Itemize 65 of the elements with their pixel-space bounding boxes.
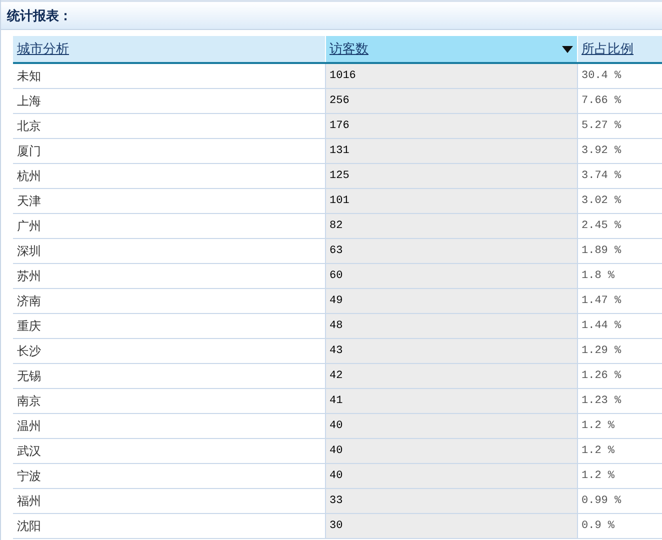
- table-cell: 福州: [13, 488, 325, 514]
- table-cell: 82: [325, 214, 577, 238]
- table-cell: 3.74 %: [577, 164, 662, 188]
- column-sort-link[interactable]: 城市分析: [17, 40, 69, 58]
- sort-descending-icon: [562, 46, 572, 52]
- table-cell: 60: [325, 264, 577, 288]
- table-cell: 未知: [13, 63, 325, 88]
- table-cell: 7.66 %: [577, 88, 662, 114]
- table-cell: 上海: [13, 88, 325, 114]
- table-cell: 1016: [325, 63, 577, 88]
- column-header[interactable]: 所占比例: [577, 36, 662, 63]
- table-cell: 48: [325, 314, 577, 338]
- table-cell: 42: [325, 364, 577, 388]
- table-cell: 长沙: [13, 338, 325, 364]
- table-cell: 1.2 %: [577, 464, 662, 488]
- table-cell: 30.4 %: [577, 63, 662, 88]
- table-cell: 天津: [13, 188, 325, 214]
- table-cell: 41: [325, 388, 577, 414]
- table-cell: 49: [325, 288, 577, 314]
- table-cell: 3.02 %: [577, 188, 662, 214]
- column-sort-link[interactable]: 访客数: [330, 40, 368, 58]
- table-cell: 30: [325, 514, 577, 538]
- table-cell: 2.45 %: [577, 214, 662, 238]
- table-cell: 125: [325, 164, 577, 188]
- table-cell: 1.2 %: [577, 414, 662, 438]
- table-cell: 1.23 %: [577, 388, 662, 414]
- table-cell: 1.29 %: [577, 338, 662, 364]
- column-header[interactable]: 访客数: [325, 36, 577, 63]
- table-cell: 176: [325, 114, 577, 138]
- table-cell: 1.89 %: [577, 238, 662, 264]
- table-cell: 1.2 %: [577, 438, 662, 464]
- table-cell: 济南: [13, 288, 325, 314]
- table-cell: 1.44 %: [577, 314, 662, 338]
- table-cell: 0.9 %: [577, 514, 662, 538]
- table-cell: 101: [325, 188, 577, 214]
- table-cell: 武汉: [13, 438, 325, 464]
- table-cell: 重庆: [13, 314, 325, 338]
- table-cell: 1.8 %: [577, 264, 662, 288]
- table-cell: 杭州: [13, 164, 325, 188]
- table-cell: 40: [325, 414, 577, 438]
- table-cell: 南京: [13, 388, 325, 414]
- table-cell: 1.26 %: [577, 364, 662, 388]
- table-cell: 256: [325, 88, 577, 114]
- table-cell: 温州: [13, 414, 325, 438]
- table-cell: 0.99 %: [577, 488, 662, 514]
- table-cell: 43: [325, 338, 577, 364]
- column-sort-link[interactable]: 所占比例: [582, 40, 634, 58]
- table-cell: 深圳: [13, 238, 325, 264]
- table-cell: 北京: [13, 114, 325, 138]
- table-cell: 40: [325, 438, 577, 464]
- table-cell: 沈阳: [13, 514, 325, 538]
- table-cell: 1.47 %: [577, 288, 662, 314]
- table-cell: 5.27 %: [577, 114, 662, 138]
- table-cell: 宁波: [13, 464, 325, 488]
- table-cell: 40: [325, 464, 577, 488]
- table-cell: 3.92 %: [577, 138, 662, 164]
- table-cell: 33: [325, 488, 577, 514]
- table-cell: 63: [325, 238, 577, 264]
- table-cell: 苏州: [13, 264, 325, 288]
- table-cell: 厦门: [13, 138, 325, 164]
- table-cell: 广州: [13, 214, 325, 238]
- table-cell: 无锡: [13, 364, 325, 388]
- table-cell: 131: [325, 138, 577, 164]
- column-header[interactable]: 城市分析: [13, 36, 325, 63]
- report-title: 统计报表：: [7, 8, 72, 24]
